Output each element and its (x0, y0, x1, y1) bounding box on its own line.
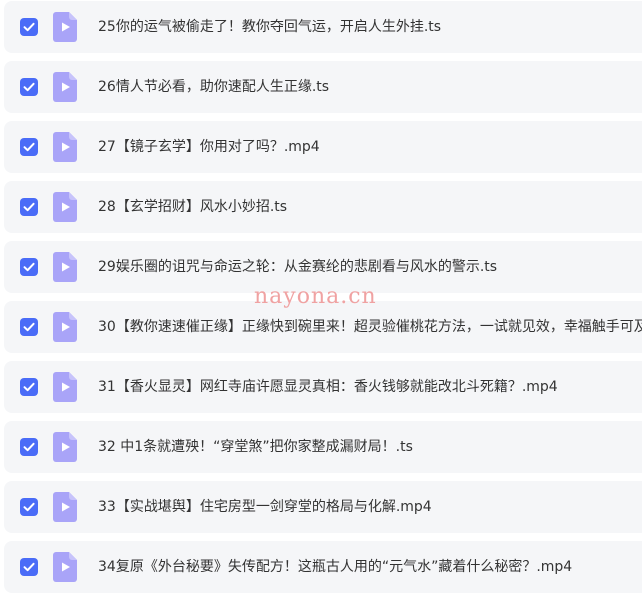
checkmark-icon (23, 502, 35, 512)
checkmark-icon (23, 202, 35, 212)
file-row[interactable]: 34复原《外台秘要》失传配方！这瓶古人用的“元气水”藏着什么秘密？.mp4 (4, 541, 642, 593)
video-file-icon (53, 312, 77, 342)
checkbox-checked[interactable] (20, 18, 38, 36)
file-name: 33【实战堪舆】住宅房型一剑穿堂的格局与化解.mp4 (98, 499, 432, 515)
checkmark-icon (23, 322, 35, 332)
file-row[interactable]: 31【香火显灵】网红寺庙许愿显灵真相：香火钱够就能改北斗死籍？.mp4 (4, 361, 642, 413)
file-row[interactable]: 33【实战堪舆】住宅房型一剑穿堂的格局与化解.mp4 (4, 481, 642, 533)
video-file-icon (53, 72, 77, 102)
video-file-icon (53, 432, 77, 462)
file-row[interactable]: 30【教你速速催正缘】正缘快到碗里来！超灵验催桃花方法，一试就见效，幸福触手可及 (4, 301, 642, 353)
video-file-icon (53, 12, 77, 42)
checkbox-checked[interactable] (20, 198, 38, 216)
checkmark-icon (23, 22, 35, 32)
file-row[interactable]: 29娱乐圈的诅咒与命运之轮：从金赛纶的悲剧看与风水的警示.ts (4, 241, 642, 293)
checkbox-checked[interactable] (20, 138, 38, 156)
file-name: 30【教你速速催正缘】正缘快到碗里来！超灵验催桃花方法，一试就见效，幸福触手可及 (98, 319, 642, 335)
checkmark-icon (23, 142, 35, 152)
checkbox-checked[interactable] (20, 498, 38, 516)
file-name: 29娱乐圈的诅咒与命运之轮：从金赛纶的悲剧看与风水的警示.ts (98, 259, 498, 275)
checkmark-icon (23, 562, 35, 572)
checkmark-icon (23, 262, 35, 272)
checkmark-icon (23, 382, 35, 392)
checkbox-checked[interactable] (20, 438, 38, 456)
file-row[interactable]: 25你的运气被偷走了！教你夺回气运，开启人生外挂.ts (4, 1, 642, 53)
file-row[interactable]: 26情人节必看，助你速配人生正缘.ts (4, 61, 642, 113)
file-row[interactable]: 28【玄学招财】风水小妙招.ts (4, 181, 642, 233)
file-name: 34复原《外台秘要》失传配方！这瓶古人用的“元气水”藏着什么秘密？.mp4 (98, 559, 573, 575)
file-name: 26情人节必看，助你速配人生正缘.ts (98, 79, 330, 95)
file-name: 28【玄学招财】风水小妙招.ts (98, 199, 288, 215)
checkbox-checked[interactable] (20, 318, 38, 336)
checkbox-checked[interactable] (20, 558, 38, 576)
file-name: 25你的运气被偷走了！教你夺回气运，开启人生外挂.ts (98, 19, 442, 35)
file-list: 25你的运气被偷走了！教你夺回气运，开启人生外挂.ts 26情人节必看，助你速配… (0, 0, 642, 595)
video-file-icon (53, 132, 77, 162)
checkmark-icon (23, 82, 35, 92)
video-file-icon (53, 372, 77, 402)
checkbox-checked[interactable] (20, 258, 38, 276)
file-row[interactable]: 27【镜子玄学】你用对了吗？.mp4 (4, 121, 642, 173)
video-file-icon (53, 552, 77, 582)
checkbox-checked[interactable] (20, 78, 38, 96)
file-name: 32 中1条就遭殃！“穿堂煞”把你家整成漏财局！.ts (98, 439, 413, 455)
video-file-icon (53, 192, 77, 222)
video-file-icon (53, 252, 77, 282)
video-file-icon (53, 492, 77, 522)
file-name: 27【镜子玄学】你用对了吗？.mp4 (98, 139, 320, 155)
file-name: 31【香火显灵】网红寺庙许愿显灵真相：香火钱够就能改北斗死籍？.mp4 (98, 379, 558, 395)
checkbox-checked[interactable] (20, 378, 38, 396)
file-row[interactable]: 32 中1条就遭殃！“穿堂煞”把你家整成漏财局！.ts (4, 421, 642, 473)
checkmark-icon (23, 442, 35, 452)
